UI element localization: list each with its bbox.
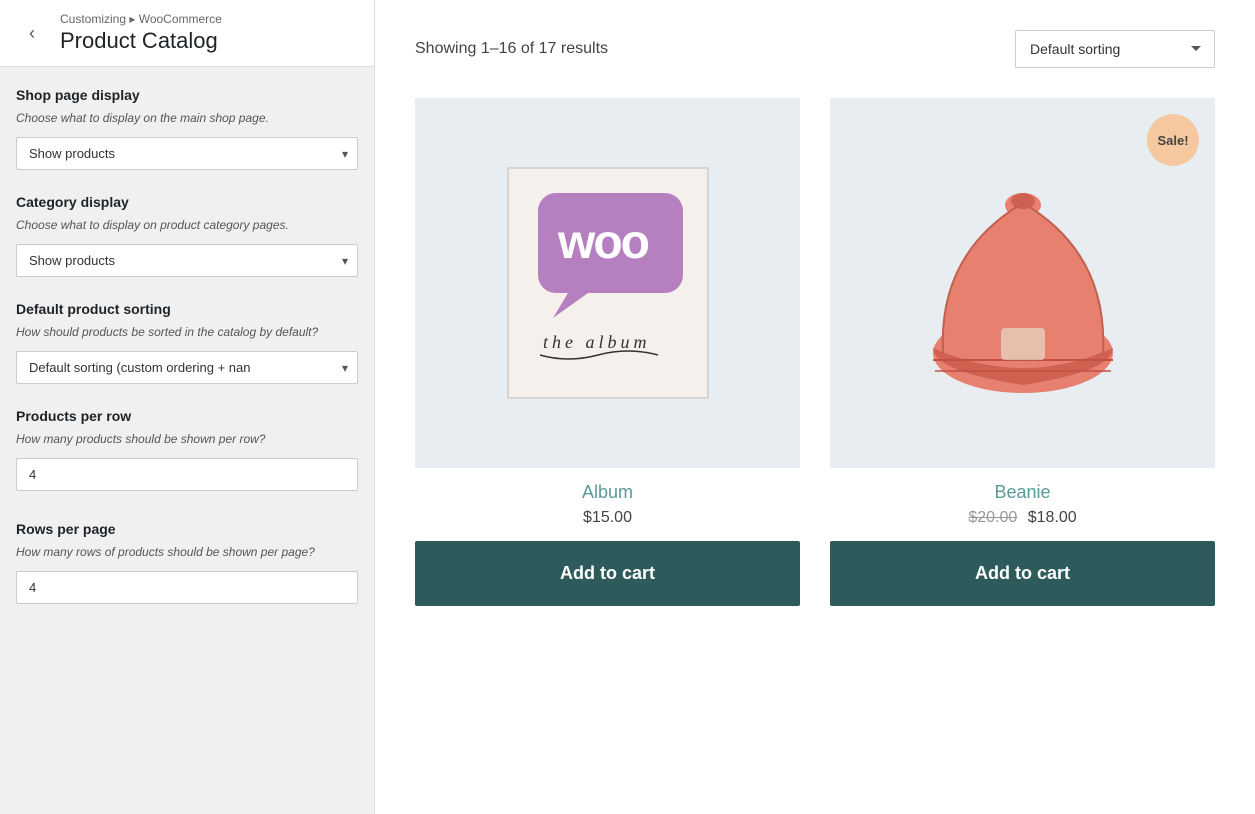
album-artwork: woo the album: [488, 153, 728, 413]
product-name-album: Album: [582, 482, 633, 503]
panel-header: ‹ Customizing ▸ WooCommerce Product Cata…: [0, 0, 374, 67]
category-display-select[interactable]: Show products Show categories Show categ…: [16, 244, 358, 277]
shop-page-display-section: Shop page display Choose what to display…: [16, 87, 358, 170]
default-sorting-select[interactable]: Default sorting (custom ordering + nan P…: [16, 351, 358, 384]
category-display-section: Category display Choose what to display …: [16, 194, 358, 277]
header-text: Customizing ▸ WooCommerce Product Catalo…: [60, 12, 222, 54]
product-price-album: $15.00: [583, 509, 632, 527]
add-to-cart-beanie[interactable]: Add to cart: [830, 541, 1215, 606]
svg-text:woo: woo: [557, 216, 649, 269]
original-price-beanie: $20.00: [968, 509, 1017, 526]
shop-page-display-title: Shop page display: [16, 87, 358, 103]
rows-per-page-title: Rows per page: [16, 521, 358, 537]
product-name-beanie: Beanie: [994, 482, 1050, 503]
default-sorting-section: Default product sorting How should produ…: [16, 301, 358, 384]
products-per-row-desc: How many products should be shown per ro…: [16, 430, 358, 448]
product-price-beanie: $20.00 $18.00: [968, 509, 1076, 527]
add-to-cart-album[interactable]: Add to cart: [415, 541, 800, 606]
sorting-select[interactable]: Default sorting Popularity Average ratin…: [1015, 30, 1215, 68]
back-button[interactable]: ‹: [16, 17, 48, 49]
shop-header: Showing 1–16 of 17 results Default sorti…: [415, 30, 1215, 68]
svg-text:the album: the album: [543, 332, 651, 352]
rows-per-page-section: Rows per page How many rows of products …: [16, 521, 358, 628]
products-grid: woo the album Album $15.00 Add to cart S…: [415, 98, 1215, 606]
results-count: Showing 1–16 of 17 results: [415, 40, 608, 58]
products-per-row-section: Products per row How many products shoul…: [16, 408, 358, 515]
default-sorting-title: Default product sorting: [16, 301, 358, 317]
product-card-album: woo the album Album $15.00 Add to cart: [415, 98, 800, 606]
shop-page-display-select[interactable]: Show products Show categories Show categ…: [16, 137, 358, 170]
product-image-album: woo the album: [415, 98, 800, 468]
beanie-artwork: [913, 153, 1133, 413]
products-per-row-input[interactable]: [16, 458, 358, 491]
sale-price-beanie: $18.00: [1028, 509, 1077, 526]
shop-page-display-wrapper: Show products Show categories Show categ…: [16, 137, 358, 170]
rows-per-page-desc: How many rows of products should be show…: [16, 543, 358, 561]
category-display-desc: Choose what to display on product catego…: [16, 216, 358, 234]
default-sorting-desc: How should products be sorted in the cat…: [16, 323, 358, 341]
product-card-beanie: Sale!: [830, 98, 1215, 606]
page-title: Product Catalog: [60, 28, 222, 54]
category-display-wrapper: Show products Show categories Show categ…: [16, 244, 358, 277]
products-per-row-title: Products per row: [16, 408, 358, 424]
breadcrumb: Customizing ▸ WooCommerce: [60, 12, 222, 26]
shop-page-display-desc: Choose what to display on the main shop …: [16, 109, 358, 127]
panel-content: Shop page display Choose what to display…: [0, 67, 374, 814]
sale-badge: Sale!: [1147, 114, 1199, 166]
shop-preview: Showing 1–16 of 17 results Default sorti…: [375, 0, 1255, 814]
rows-per-page-input[interactable]: [16, 571, 358, 604]
customizer-panel: ‹ Customizing ▸ WooCommerce Product Cata…: [0, 0, 375, 814]
product-image-beanie: Sale!: [830, 98, 1215, 468]
category-display-title: Category display: [16, 194, 358, 210]
default-sorting-wrapper: Default sorting (custom ordering + nan P…: [16, 351, 358, 384]
